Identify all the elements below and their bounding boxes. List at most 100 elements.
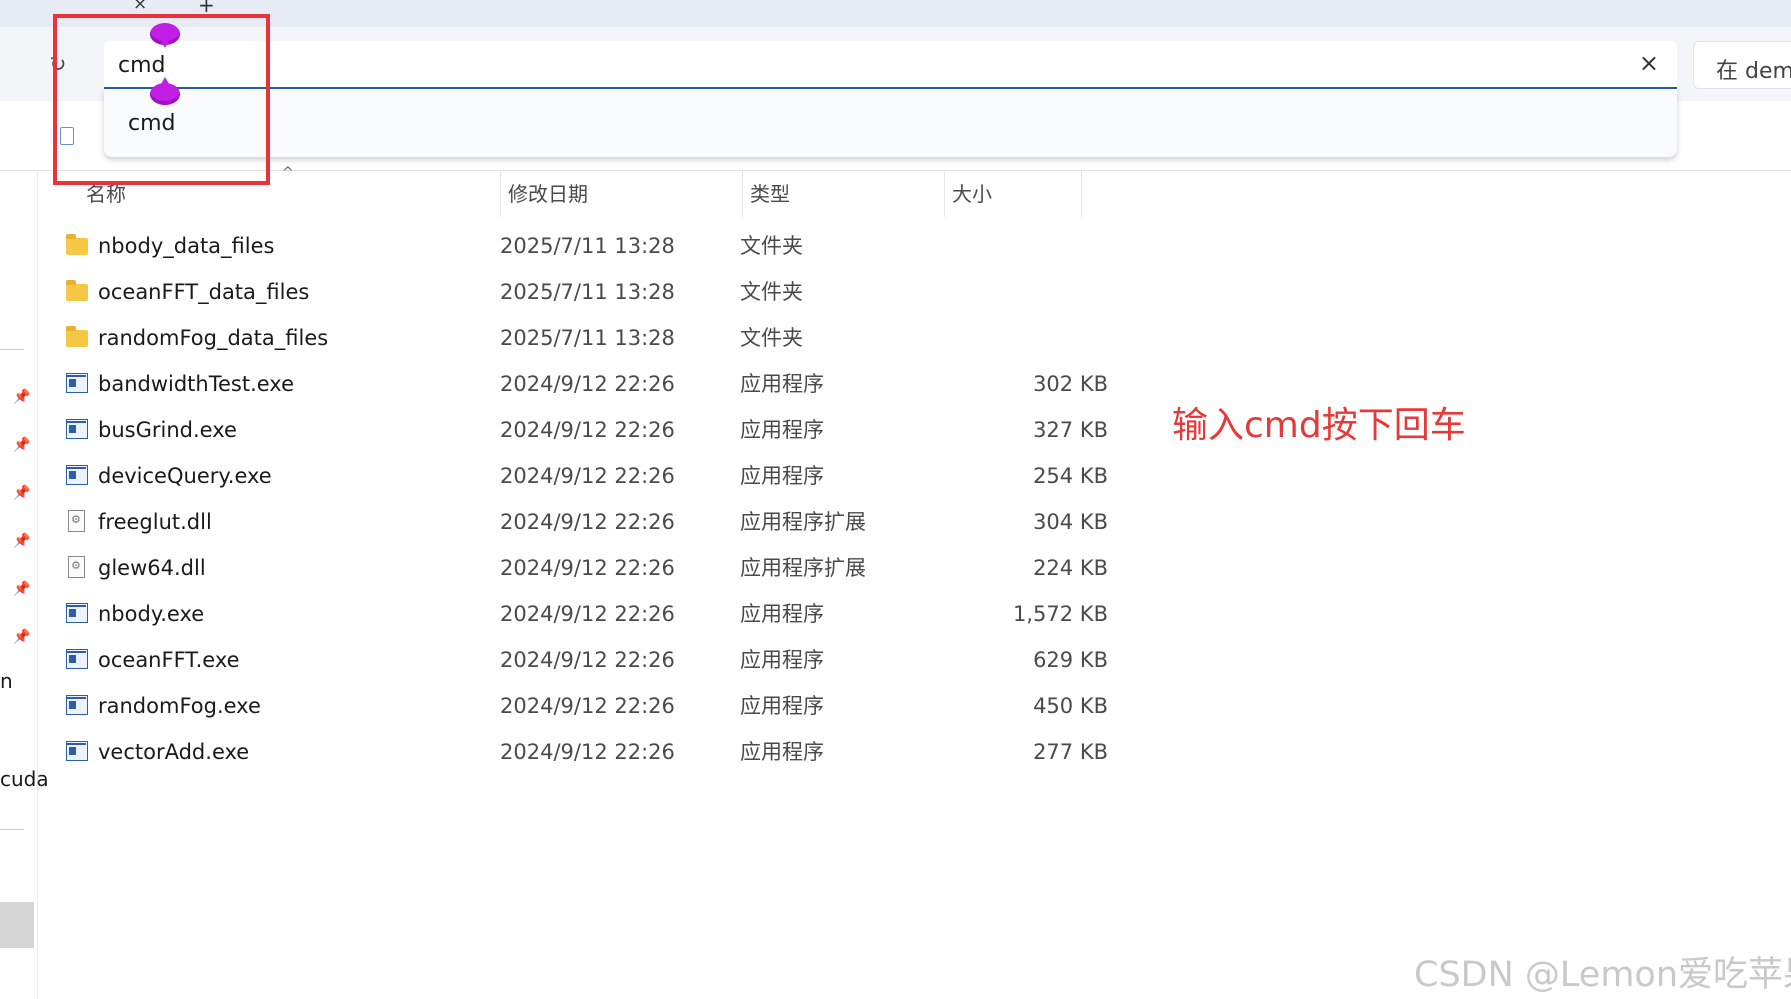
file-date: 2025/7/11 13:28 (500, 326, 675, 350)
pin-icon[interactable]: 📌 (13, 389, 30, 405)
file-size (934, 223, 1108, 269)
file-row[interactable]: randomFog.exe 2024/9/12 22:26 应用程序 450 KB (54, 683, 1108, 729)
file-date: 2024/9/12 22:26 (500, 602, 675, 626)
file-date: 2024/9/12 22:26 (500, 648, 675, 672)
file-date: 2025/7/11 13:28 (500, 280, 675, 304)
pin-icon[interactable]: 📌 (13, 533, 30, 549)
file-size: 302 KB (1033, 372, 1108, 396)
sidebar-item-label[interactable]: n (0, 669, 13, 693)
navigation-pane: 📌 📌 📌 📌 📌 📌 n cuda (0, 171, 49, 999)
file-size: 327 KB (1033, 418, 1108, 442)
sidebar-selected-item[interactable] (0, 902, 34, 948)
file-row[interactable]: oceanFFT.exe 2024/9/12 22:26 应用程序 629 KB (54, 637, 1108, 683)
file-date: 2024/9/12 22:26 (500, 418, 675, 442)
exe-icon (66, 741, 88, 761)
pin-icon[interactable]: 📌 (13, 629, 30, 645)
folder-icon (66, 280, 88, 301)
pin-icon[interactable]: 📌 (13, 581, 30, 597)
file-name: nbody.exe (98, 602, 205, 626)
exe-icon (66, 419, 88, 439)
sort-ascending-icon: ^ (282, 165, 294, 181)
file-name: oceanFFT_data_files (98, 280, 310, 304)
pin-icon[interactable]: 📌 (13, 437, 30, 453)
file-date: 2024/9/12 22:26 (500, 464, 675, 488)
file-name: busGrind.exe (98, 418, 237, 442)
column-header-type[interactable]: 类型 (742, 171, 944, 217)
file-size (934, 315, 1108, 361)
file-type: 应用程序扩展 (740, 556, 866, 580)
file-size: 304 KB (1033, 510, 1108, 534)
address-bar[interactable]: × (104, 41, 1677, 89)
file-size: 1,572 KB (1013, 602, 1108, 626)
watermark: CSDN @Lemon爱吃苹果 (1414, 955, 1791, 995)
pin-icon[interactable]: 📌 (13, 485, 30, 501)
file-date: 2024/9/12 22:26 (500, 372, 675, 396)
file-date: 2025/7/11 13:28 (500, 234, 675, 258)
file-size: 629 KB (1033, 648, 1108, 672)
file-name: glew64.dll (98, 556, 206, 580)
sidebar-divider (0, 349, 24, 350)
marker-bottom (150, 77, 180, 105)
file-name: randomFog.exe (98, 694, 261, 718)
exe-icon (66, 373, 88, 393)
file-type: 应用程序 (740, 372, 824, 396)
clear-address-icon[interactable]: × (1639, 49, 1659, 77)
file-type: 应用程序 (740, 740, 824, 764)
exe-icon (66, 695, 88, 715)
marker-top (150, 23, 180, 48)
folder-icon (66, 234, 88, 255)
search-placeholder: 在 dem (1716, 59, 1791, 84)
sidebar-item-label[interactable]: cuda (0, 767, 49, 791)
file-row[interactable]: nbody.exe 2024/9/12 22:26 应用程序 1,572 KB (54, 591, 1108, 637)
file-date: 2024/9/12 22:26 (500, 556, 675, 580)
file-row[interactable]: nbody_data_files 2025/7/11 13:28 文件夹 (54, 223, 1084, 269)
address-input[interactable] (118, 51, 1518, 79)
file-name: nbody_data_files (98, 234, 275, 258)
file-name: oceanFFT.exe (98, 648, 240, 672)
file-name: vectorAdd.exe (98, 740, 250, 764)
file-row[interactable]: freeglut.dll 2024/9/12 22:26 应用程序扩展 304 KB (54, 499, 1108, 545)
file-row[interactable]: oceanFFT_data_files 2025/7/11 13:28 文件夹 (54, 269, 1084, 315)
file-date: 2024/9/12 22:26 (500, 510, 675, 534)
file-name: bandwidthTest.exe (98, 372, 295, 396)
file-type: 文件夹 (740, 280, 803, 304)
file-size: 254 KB (1033, 464, 1108, 488)
folder-icon (66, 326, 88, 347)
file-size: 277 KB (1033, 740, 1108, 764)
file-type: 文件夹 (740, 234, 803, 258)
annotation-note: 输入cmd按下回车 (1172, 405, 1466, 446)
file-row[interactable]: busGrind.exe 2024/9/12 22:26 应用程序 327 KB (54, 407, 1108, 453)
file-explorer-window: × + ↻ × 在 dem cmd 📌 📌 📌 📌 📌 📌 n cuda 名称 … (0, 0, 1791, 999)
file-row[interactable]: deviceQuery.exe 2024/9/12 22:26 应用程序 254 KB (54, 453, 1108, 499)
file-name: freeglut.dll (98, 510, 212, 534)
file-date: 2024/9/12 22:26 (500, 694, 675, 718)
address-suggestions: cmd (104, 89, 1677, 157)
file-name: randomFog_data_files (98, 326, 329, 350)
file-type: 应用程序 (740, 648, 824, 672)
file-row[interactable]: bandwidthTest.exe 2024/9/12 22:26 应用程序 302 … (54, 361, 1108, 407)
exe-icon (66, 649, 88, 669)
file-type: 文件夹 (740, 326, 803, 350)
file-row[interactable]: vectorAdd.exe 2024/9/12 22:26 应用程序 277 KB (54, 729, 1108, 775)
column-header-size[interactable]: 大小 (944, 171, 1081, 217)
file-size: 224 KB (1033, 556, 1108, 580)
file-name: deviceQuery.exe (98, 464, 272, 488)
file-type: 应用程序 (740, 418, 824, 442)
exe-icon (66, 603, 88, 623)
file-row[interactable]: randomFog_data_files 2025/7/11 13:28 文件夹 (54, 315, 1084, 361)
file-row[interactable]: glew64.dll 2024/9/12 22:26 应用程序扩展 224 KB (54, 545, 1108, 591)
column-header-date[interactable]: 修改日期 (500, 171, 742, 217)
sidebar-divider (0, 829, 24, 830)
file-type: 应用程序 (740, 602, 824, 626)
file-type: 应用程序扩展 (740, 510, 866, 534)
file-type: 应用程序 (740, 464, 824, 488)
dll-icon (68, 510, 85, 532)
file-date: 2024/9/12 22:26 (500, 740, 675, 764)
column-divider[interactable] (1081, 171, 1082, 217)
file-size: 450 KB (1033, 694, 1108, 718)
search-box[interactable]: 在 dem (1693, 41, 1791, 89)
file-type: 应用程序 (740, 694, 824, 718)
dll-icon (68, 556, 85, 578)
tab-close-icon[interactable]: × (133, 0, 147, 14)
exe-icon (66, 465, 88, 485)
